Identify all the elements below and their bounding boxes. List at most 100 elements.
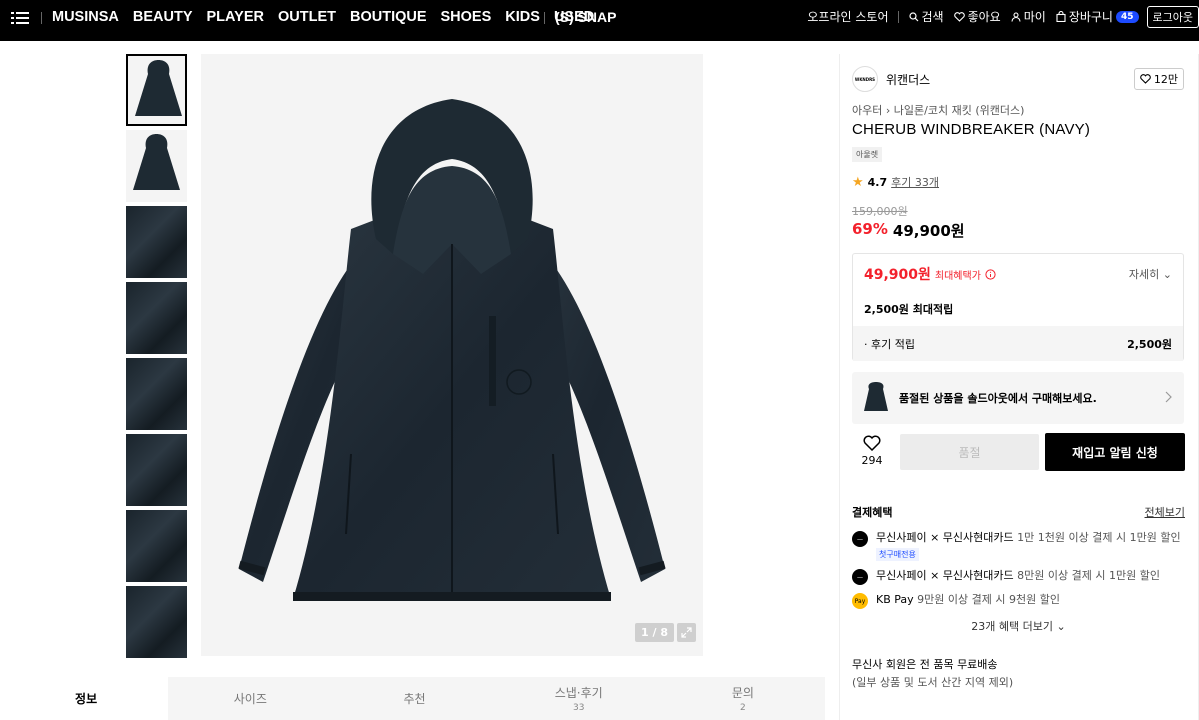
benefit-label: 최대혜택가 [934, 270, 981, 282]
benefit-box: 49,900원 최대혜택가 자세히 ⌄ 2,500원 최대적립 · 후기 적립 … [852, 253, 1184, 361]
nav-link-beauty[interactable]: BEAUTY [133, 9, 193, 25]
info-icon[interactable] [985, 268, 996, 280]
jacket-thumbnail [133, 134, 180, 190]
thumbnail-3[interactable] [126, 206, 187, 278]
soldout-button: 품절 [900, 434, 1039, 470]
product-main-image[interactable] [201, 54, 703, 656]
nav-link-musinsa[interactable]: MUSINSA [52, 9, 119, 25]
jacket-thumbnail [864, 382, 888, 411]
bag-icon [1056, 11, 1066, 22]
tab-1[interactable]: 정보 [4, 677, 169, 720]
more-benefits-button[interactable]: 23개 혜택 더보기 ⌄ [852, 618, 1185, 634]
payment-condition: 1만 1천원 이상 결제 시 1만원 할인 [1013, 531, 1181, 544]
heart-icon [863, 435, 881, 451]
expand-button[interactable] [676, 623, 696, 642]
brand-like-button[interactable]: 12만 [1133, 68, 1184, 90]
chevron-right-icon: › [885, 104, 891, 117]
cart-label: 장바구니 [1068, 10, 1113, 24]
payment-provider: 무신사페이 × 무신사현대카드 [876, 531, 1014, 544]
tab-2[interactable]: 사이즈 [168, 677, 332, 720]
divider [544, 12, 545, 24]
reviews-link[interactable]: 후기 33개 [891, 174, 939, 190]
nav-link-kids[interactable]: KIDS [505, 9, 540, 25]
brand-row[interactable]: WKNDRS 위캔더스 [852, 66, 930, 92]
restock-alert-button[interactable]: 재입고 알림 신청 [1045, 433, 1185, 471]
purchase-actions: 294 품절 재입고 알림 신청 [852, 433, 1185, 471]
payment-condition: 9만원 이상 결제 시 9천원 할인 [913, 593, 1060, 606]
tab-count: 33 [572, 703, 585, 713]
payment-benefit-row: — 무신사페이 × 무신사현대카드 1만 1천원 이상 결제 시 1만원 할인첫구… [852, 529, 1181, 561]
free-shipping-text: 무신사 회원은 전 품목 무료배송 [852, 658, 998, 671]
rating-row: ★ 4.7 후기 33개 [852, 174, 939, 190]
nav-link-outlet[interactable]: OUTLET [278, 9, 336, 25]
original-price: 159,000원 [852, 205, 908, 218]
likes-label: 좋아요 [967, 10, 1001, 24]
payment-benefits-title: 결제혜택 [852, 506, 893, 519]
thumbnail-5[interactable] [126, 358, 187, 430]
max-points: 2,500원 최대적립 [864, 303, 954, 316]
payment-condition: 8만원 이상 결제 시 1만원 할인 [1013, 569, 1160, 582]
thumbnail-1[interactable] [126, 54, 187, 126]
tab-label: 스냅·후기 [554, 686, 603, 700]
payment-benefit-row: Pay KB Pay 9만원 이상 결제 시 9천원 할인 [852, 591, 1060, 609]
payment-provider: 무신사페이 × 무신사현대카드 [876, 569, 1014, 582]
nav-link-boutique[interactable]: BOUTIQUE [350, 9, 427, 25]
breadcrumb-item[interactable]: 아우터 [852, 104, 882, 117]
cart-button[interactable]: 장바구니 45 [1056, 8, 1139, 25]
nav-link-player[interactable]: PLAYER [207, 9, 264, 25]
tab-label: 추천 [403, 692, 426, 706]
soldout-banner[interactable]: 품절된 상품을 솔드아웃에서 구매해보세요. [852, 372, 1184, 424]
logout-button[interactable]: 로그아웃 [1146, 5, 1199, 28]
divider [897, 10, 899, 23]
kb-pay-icon: Pay [852, 593, 868, 609]
search-icon [908, 11, 918, 21]
offline-store-link[interactable]: 오프라인 스토어 [807, 8, 888, 25]
tab-label: 사이즈 [233, 692, 267, 706]
offline-store-label: 오프라인 스토어 [807, 10, 889, 24]
view-all-link[interactable]: 전체보기 [1145, 504, 1185, 520]
wishlist-count: 294 [861, 454, 883, 467]
search-label: 검색 [921, 10, 944, 24]
thumbnail-2[interactable] [126, 130, 187, 202]
search-button[interactable]: 검색 [908, 8, 944, 25]
cart-count-badge: 45 [1115, 10, 1139, 23]
thumbnail-4[interactable] [126, 282, 187, 354]
sale-price-row: 69% 49,900원 [852, 220, 965, 241]
benefit-detail-button[interactable]: 자세히 ⌄ [1129, 266, 1172, 282]
tab-4[interactable]: 스냅·후기 33 [497, 677, 661, 720]
main-nav-links: MUSINSA BEAUTY PLAYER OUTLET BOUTIQUE SHOES KI… [52, 0, 608, 33]
jacket-thumbnail [135, 60, 182, 116]
payment-benefits-header: 결제혜택 전체보기 [852, 504, 1185, 520]
thumbnail-8[interactable] [126, 586, 187, 658]
benefit-detail-label: 자세히 [1128, 268, 1160, 281]
user-icon [1011, 11, 1021, 22]
first-purchase-badge: 첫구매전용 [876, 548, 919, 561]
product-info-panel: WKNDRS 위캔더스 12만 아우터 › 나일론/코치 재킷 (위캔더스) C… [839, 54, 1199, 720]
rating-value: 4.7 [867, 175, 888, 189]
my-button[interactable]: 마이 [1011, 8, 1046, 25]
payment-benefit-row: — 무신사페이 × 무신사현대카드 8만원 이상 결제 시 1만원 할인 [852, 567, 1160, 585]
musinsa-pay-icon: — [852, 569, 868, 585]
top-navigation: MUSINSA BEAUTY PLAYER OUTLET BOUTIQUE SHOES KI… [0, 0, 1199, 41]
menu-icon[interactable] [11, 10, 29, 26]
tab-count: 2 [740, 703, 746, 713]
likes-button[interactable]: 좋아요 [953, 8, 1001, 25]
nav-link-shoes[interactable]: SHOES [441, 9, 492, 25]
image-counter-label: 1 / 8 [635, 623, 674, 642]
snap-link[interactable]: (S) SNAP [555, 9, 616, 25]
soldout-message: 품절된 상품을 솔드아웃에서 구매해보세요. [899, 392, 1097, 405]
review-points-label: · 후기 적립 [864, 337, 915, 351]
breadcrumb-item[interactable]: 나일론/코치 재킷 (위캔더스) [894, 104, 1025, 117]
sale-price: 49,900원 [892, 222, 965, 240]
thumbnail-6[interactable] [126, 434, 187, 506]
outlet-tag: 아울렛 [852, 147, 883, 162]
expand-icon [681, 627, 692, 638]
tab-5[interactable]: 문의 2 [661, 677, 825, 720]
thumbnail-7[interactable] [126, 510, 187, 582]
review-points-row: · 후기 적립 2,500원 [853, 326, 1183, 361]
brand-name: 위캔더스 [886, 72, 931, 87]
tab-3[interactable]: 추천 [332, 677, 496, 720]
payment-provider: KB Pay [876, 593, 914, 606]
wishlist-button[interactable]: 294 [852, 433, 892, 467]
musinsa-pay-icon: — [852, 531, 868, 547]
